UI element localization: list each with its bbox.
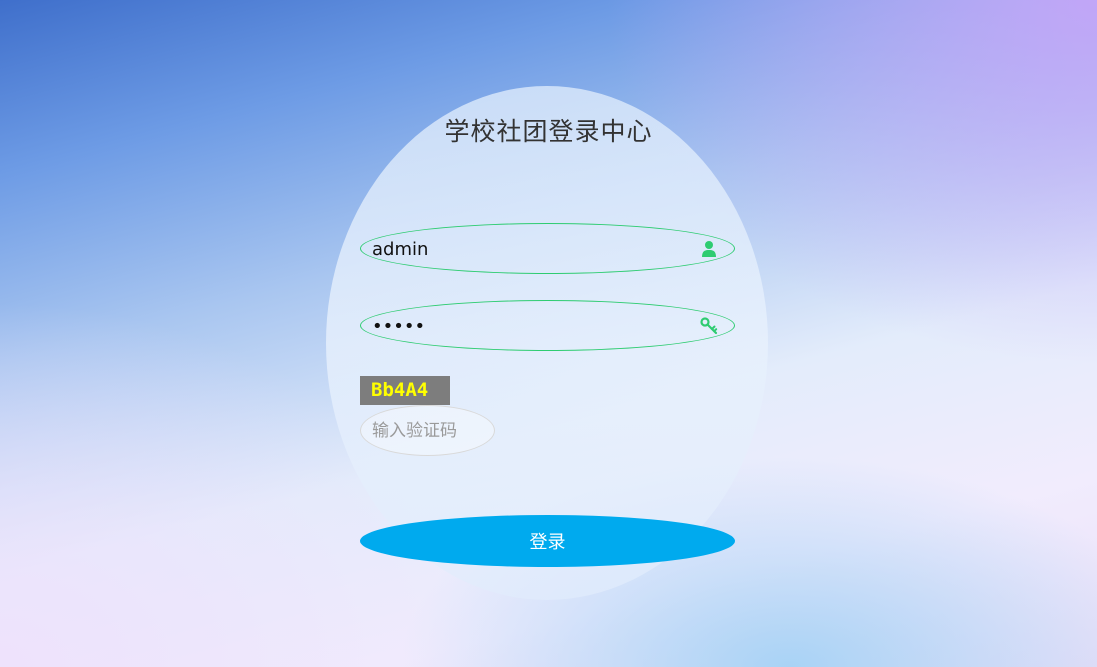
captcha-field[interactable] — [360, 405, 495, 456]
login-button[interactable]: 登录 — [360, 515, 735, 567]
captcha-image[interactable]: Bb4A4 — [360, 376, 450, 405]
password-field[interactable] — [360, 300, 735, 351]
password-input[interactable] — [372, 311, 692, 341]
key-icon — [700, 317, 718, 335]
page-title: 学校社团登录中心 — [444, 117, 653, 146]
user-icon — [700, 240, 718, 258]
username-field[interactable] — [360, 223, 735, 274]
login-page: 学校社团登录中心 Bb4A4 登录 — [0, 0, 1097, 667]
username-input[interactable] — [372, 234, 692, 264]
captcha-input[interactable] — [372, 418, 487, 444]
